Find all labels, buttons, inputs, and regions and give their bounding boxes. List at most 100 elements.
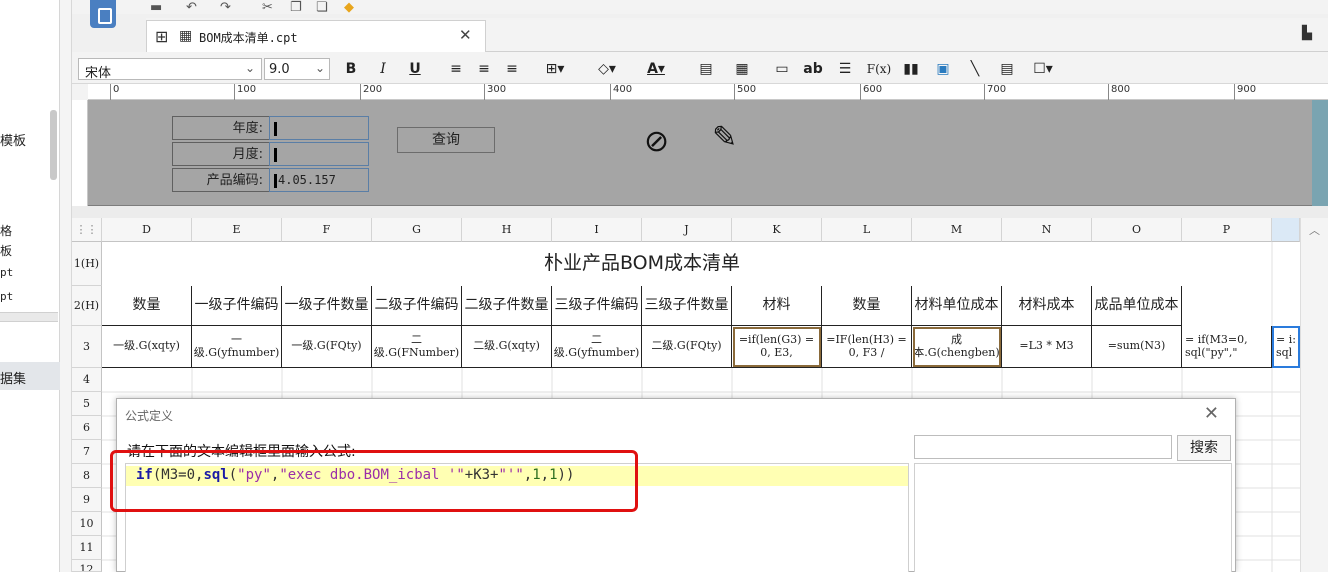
chevron-up-icon[interactable]: ︿	[1309, 222, 1320, 238]
col-header[interactable]: N	[1002, 218, 1092, 242]
col-header[interactable]: O	[1092, 218, 1182, 242]
font-size-select[interactable]: 9.0 ⌄	[264, 58, 330, 80]
product-code-input[interactable]: 4.05.157	[269, 168, 369, 192]
panel-splitter[interactable]	[0, 312, 58, 322]
align-right-icon[interactable]: ≡	[502, 58, 522, 80]
save-icon[interactable]: ▬	[150, 0, 162, 15]
align-center-icon[interactable]: ≡	[474, 58, 494, 80]
row-header[interactable]: 1(H)	[72, 242, 102, 286]
bold-button[interactable]: B	[342, 58, 360, 80]
col-header[interactable]: M	[912, 218, 1002, 242]
fill-color-icon[interactable]: ◇▾	[590, 58, 624, 80]
header-cell[interactable]: 数量	[102, 286, 192, 326]
vertical-scrollbar[interactable]: ︿	[1300, 218, 1328, 572]
text-field-icon[interactable]: ▭	[772, 58, 792, 80]
col-header[interactable]: D	[102, 218, 192, 242]
text-cell-button[interactable]: ab	[802, 58, 824, 80]
hide-icon[interactable]: ⊘	[644, 124, 669, 159]
cut-icon[interactable]: ✂	[262, 0, 273, 15]
format-painter-icon[interactable]: ◆	[344, 0, 354, 15]
data-cell[interactable]: 二级.G(FNumber)	[372, 326, 462, 368]
search-button[interactable]: 搜索	[1177, 435, 1231, 461]
formula-cell[interactable]: =sum(N3)	[1092, 326, 1182, 368]
col-header[interactable]: P	[1182, 218, 1272, 242]
row-header[interactable]: 2(H)	[72, 286, 102, 326]
col-header[interactable]: E	[192, 218, 282, 242]
data-cell[interactable]: 二级.G(FQty)	[642, 326, 732, 368]
data-cell[interactable]: 二级.G(xqty)	[462, 326, 552, 368]
col-header[interactable]: K	[732, 218, 822, 242]
header-cell[interactable]: 材料成本	[1002, 286, 1092, 326]
border-icon[interactable]: ⊞▾	[540, 58, 570, 80]
year-input[interactable]	[269, 116, 369, 140]
row-header[interactable]: 7	[72, 440, 102, 464]
report-title[interactable]: 朴业产品BOM成本清单	[102, 242, 1182, 286]
image-icon[interactable]: ▣	[932, 58, 954, 80]
tab-bom-cost[interactable]: ⊞ ▦ BOM成本清单.cpt ✕	[146, 20, 486, 52]
col-header[interactable]: L	[822, 218, 912, 242]
header-cell[interactable]: 材料单位成本	[912, 286, 1002, 326]
sub-report-icon[interactable]: ▤	[996, 58, 1018, 80]
header-cell[interactable]: 二级子件编码	[372, 286, 462, 326]
data-cell[interactable]: 二级.G(yfnumber)	[552, 326, 642, 368]
formula-button[interactable]: F(x)	[866, 58, 892, 80]
align-left-icon[interactable]: ≡	[446, 58, 466, 80]
header-cell[interactable]: 一级子件数量	[282, 286, 372, 326]
chart-icon[interactable]: ▮▮	[900, 58, 922, 80]
row-header[interactable]: 11	[72, 536, 102, 560]
header-cell[interactable]: 三级子件编码	[552, 286, 642, 326]
close-icon[interactable]: ✕	[459, 26, 472, 44]
formula-cell[interactable]: =if(len(G3) = 0, E3,	[732, 326, 822, 368]
col-header[interactable]: G	[372, 218, 462, 242]
query-button[interactable]: 查询	[397, 127, 495, 153]
unmerge-cells-icon[interactable]: ▦	[732, 58, 752, 80]
tree-item-2[interactable]: 板	[0, 242, 12, 259]
dataset-label[interactable]: 据集	[0, 368, 26, 387]
col-header[interactable]: F	[282, 218, 372, 242]
panel-gutter[interactable]	[60, 0, 72, 572]
paste-icon[interactable]: ❏	[316, 0, 328, 15]
col-header-selected[interactable]	[1272, 218, 1300, 242]
selected-cell[interactable]: = i: sql	[1272, 326, 1300, 368]
header-cell[interactable]: 数量	[822, 286, 912, 326]
more-icon[interactable]: ☐▾	[1028, 58, 1058, 80]
header-cell[interactable]: 成品单位成本	[1092, 286, 1182, 326]
row-header[interactable]: 8	[72, 464, 102, 488]
select-all-corner[interactable]: ⋮⋮	[72, 218, 102, 242]
header-cell[interactable]: 一级子件编码	[192, 286, 282, 326]
rich-text-icon[interactable]: ☰	[834, 58, 856, 80]
col-header[interactable]: I	[552, 218, 642, 242]
row-header[interactable]: 9	[72, 488, 102, 512]
pin-icon[interactable]: ▙	[1302, 26, 1312, 41]
underline-button[interactable]: U	[406, 58, 424, 80]
row-header[interactable]: 6	[72, 416, 102, 440]
sheet-grid-icon[interactable]: ⊞	[155, 27, 168, 46]
function-list[interactable]	[914, 463, 1232, 572]
row-header[interactable]: 4	[72, 368, 102, 392]
tree-item-template[interactable]: 模板	[0, 130, 26, 149]
month-input[interactable]	[269, 142, 369, 166]
close-icon[interactable]: ✕	[1204, 403, 1219, 424]
row-header[interactable]: 10	[72, 512, 102, 536]
font-family-select[interactable]: 宋体 ⌄	[78, 58, 262, 81]
data-cell[interactable]: 一级.G(yfnumber)	[192, 326, 282, 368]
merge-cells-icon[interactable]: ▤	[696, 58, 716, 80]
undo-icon[interactable]: ↶	[186, 0, 197, 15]
slash-icon[interactable]: ╲	[964, 58, 986, 80]
row-header[interactable]: 12	[72, 560, 102, 572]
col-header[interactable]: H	[462, 218, 552, 242]
tree-item-4[interactable]: pt	[0, 290, 13, 303]
copy-icon[interactable]: ❐	[290, 0, 302, 15]
header-cell[interactable]: 三级子件数量	[642, 286, 732, 326]
header-cell[interactable]: 材料	[732, 286, 822, 326]
splitter-bar[interactable]	[72, 206, 1328, 218]
tree-item-1[interactable]: 格	[0, 222, 12, 239]
header-cell[interactable]: 二级子件数量	[462, 286, 552, 326]
formula-cell[interactable]: =L3 * M3	[1002, 326, 1092, 368]
formula-cell[interactable]: = if(M3=0, sql("py","	[1182, 326, 1272, 368]
tree-item-3[interactable]: pt	[0, 266, 13, 279]
data-cell[interactable]: 一级.G(FQty)	[282, 326, 372, 368]
tree-scrollbar[interactable]	[50, 110, 57, 180]
italic-button[interactable]: I	[374, 58, 392, 80]
app-logo-icon[interactable]	[90, 0, 116, 28]
